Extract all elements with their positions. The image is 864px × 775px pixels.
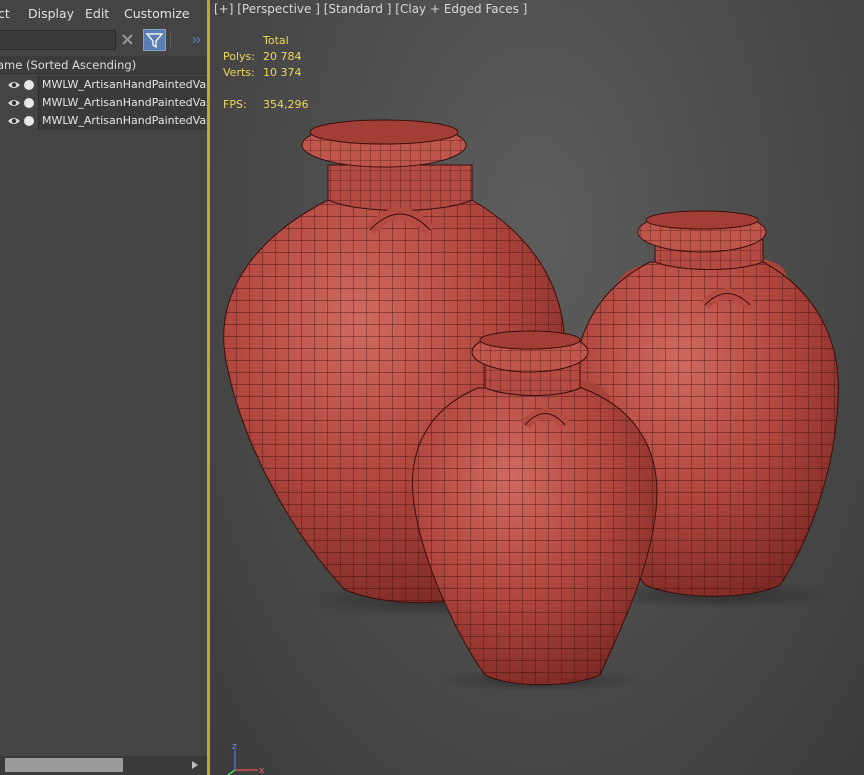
axis-x-label: x [259, 766, 265, 775]
eye-icon[interactable] [7, 97, 21, 109]
scrollbar-thumb[interactable] [5, 758, 123, 772]
eye-icon[interactable] [7, 115, 21, 127]
object-row[interactable]: MWLW_ArtisanHandPaintedVase7 [0, 112, 207, 130]
menu-customize[interactable]: Customize [124, 6, 190, 21]
column-header-label: ame (Sorted Ascending) [0, 58, 137, 72]
clear-search-button[interactable] [119, 31, 137, 49]
search-input[interactable] [0, 30, 116, 50]
scene-explorer-panel: ct Display Edit Customize ame (Sorted As… [0, 0, 207, 775]
perspective-viewport[interactable]: z x [+] [Perspective ] [Standard ] [Clay… [210, 0, 864, 775]
object-name-cell[interactable]: MWLW_ArtisanHandPaintedVase5 [38, 76, 207, 94]
stats-verts-value: 10 374 [263, 66, 302, 79]
object-name-cell[interactable]: MWLW_ArtisanHandPaintedVase6 [38, 94, 207, 112]
viewport-scene: z x [223, 119, 839, 775]
search-row [0, 28, 207, 52]
horizontal-scrollbar[interactable] [0, 756, 207, 775]
clear-search-icon [122, 34, 133, 45]
double-chevron-icon [192, 36, 201, 44]
toolbar-separator [170, 32, 171, 48]
stats-polys-value: 20 784 [263, 50, 302, 63]
object-name: MWLW_ArtisanHandPaintedVase6 [42, 96, 207, 109]
axis-z-label: z [232, 742, 237, 752]
stats-fps-label: FPS: [223, 98, 247, 111]
filter-button[interactable] [143, 29, 166, 51]
object-row[interactable]: MWLW_ArtisanHandPaintedVase6 [0, 94, 207, 112]
freeze-toggle[interactable] [24, 116, 34, 126]
object-name-cell[interactable]: MWLW_ArtisanHandPaintedVase7 [38, 112, 207, 130]
explorer-menubar: ct Display Edit Customize [0, 0, 207, 28]
axis-gizmo: z x [227, 742, 265, 775]
viewport-label-menu[interactable]: [+] [Perspective ] [Standard ] [Clay + E… [214, 2, 527, 16]
stats-polys-label: Polys: [223, 50, 255, 63]
scroll-arrow-icon[interactable] [189, 759, 201, 771]
object-row[interactable]: MWLW_ArtisanHandPaintedVase5 [0, 76, 207, 94]
menu-edit[interactable]: Edit [85, 6, 109, 21]
eye-icon[interactable] [7, 79, 21, 91]
menu-select[interactable]: ct [0, 6, 10, 21]
more-options-button[interactable] [191, 31, 203, 44]
object-name: MWLW_ArtisanHandPaintedVase5 [42, 78, 207, 91]
stats-fps-value: 354,296 [263, 98, 309, 111]
name-column-header[interactable]: ame (Sorted Ascending) [0, 56, 207, 74]
filter-icon [145, 33, 164, 49]
object-name: MWLW_ArtisanHandPaintedVase7 [42, 114, 207, 127]
freeze-toggle[interactable] [24, 98, 34, 108]
menu-display[interactable]: Display [28, 6, 74, 21]
stats-total-header: Total [263, 34, 289, 47]
freeze-toggle[interactable] [24, 80, 34, 90]
stats-verts-label: Verts: [223, 66, 255, 79]
